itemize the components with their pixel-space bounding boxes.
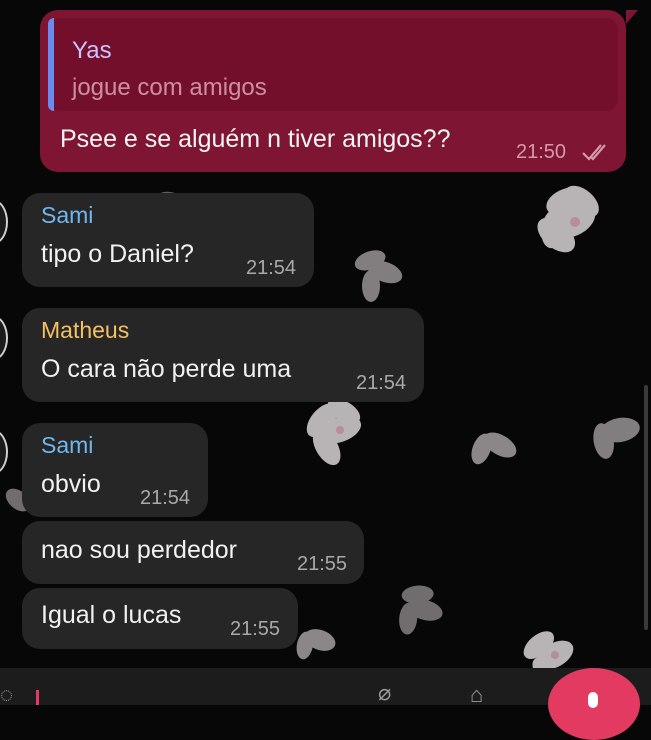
message-text: Igual o lucas — [41, 601, 182, 629]
message-time: 21:50 — [516, 141, 567, 163]
reply-indicator-bar — [48, 18, 54, 111]
mic-button[interactable] — [548, 668, 640, 740]
attach-icon[interactable] — [36, 690, 39, 705]
emoji-icon[interactable]: ◌ — [0, 682, 13, 708]
outgoing-message[interactable]: Yas jogue com amigos Psee e se alguém n … — [40, 10, 638, 172]
message-text: Psee e se alguém n tiver amigos?? — [60, 125, 451, 153]
reply-sender-name: Yas — [72, 37, 112, 64]
message-time: 21:54 — [356, 372, 407, 394]
mic-icon — [588, 692, 598, 708]
paperclip-icon[interactable]: ⌀ — [378, 680, 391, 706]
incoming-message[interactable]: Sami tipo o Daniel? 21:54 — [22, 193, 314, 287]
message-time: 21:55 — [230, 618, 281, 640]
sender-name[interactable]: Sami — [41, 202, 93, 229]
reply-preview[interactable]: Yas jogue com amigos — [48, 18, 618, 111]
incoming-message[interactable]: nao sou perdedor 21:55 — [22, 521, 364, 584]
incoming-message[interactable]: Matheus O cara não perde uma 21:54 — [22, 308, 424, 402]
message-text: tipo o Daniel? — [41, 240, 194, 268]
reply-quoted-text: jogue com amigos — [72, 74, 267, 101]
scrollbar[interactable] — [644, 385, 648, 630]
bubble-tail — [626, 10, 638, 24]
message-time: 21:54 — [246, 257, 297, 279]
sender-name[interactable]: Matheus — [41, 317, 129, 344]
message-text: O cara não perde uma — [41, 355, 292, 383]
incoming-message[interactable]: Sami obvio 21:54 — [22, 423, 208, 517]
message-time: 21:54 — [140, 487, 191, 509]
camera-icon[interactable]: ⌂ — [470, 682, 483, 708]
message-text: obvio — [41, 470, 101, 498]
double-check-icon — [582, 144, 606, 161]
message-time: 21:55 — [297, 553, 348, 575]
incoming-message[interactable]: Igual o lucas 21:55 — [22, 588, 298, 649]
message-text: nao sou perdedor — [41, 536, 237, 564]
sender-name[interactable]: Sami — [41, 432, 93, 459]
